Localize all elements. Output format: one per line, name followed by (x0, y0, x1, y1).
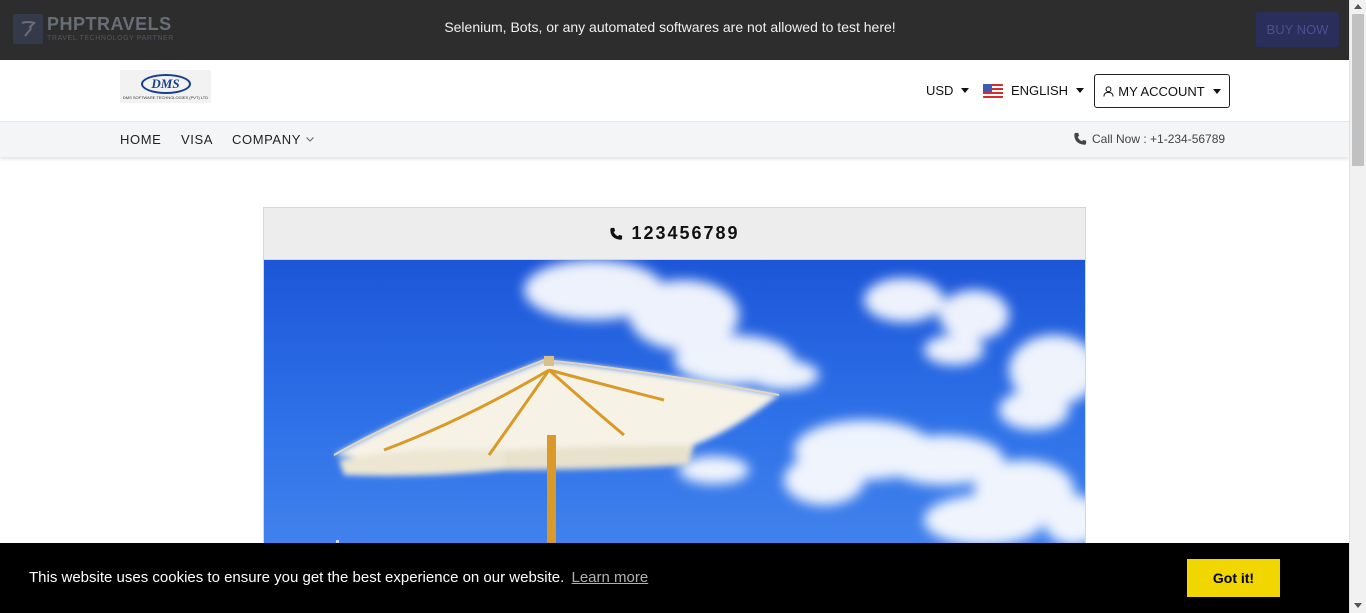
cookie-banner: This website uses cookies to ensure you … (0, 543, 1349, 613)
nav-item-company-label: COMPANY (232, 132, 301, 147)
nav-item-company[interactable]: COMPANY (232, 132, 314, 147)
scroll-down-arrow-icon[interactable] (1354, 603, 1362, 608)
scroll-thumb[interactable] (1352, 14, 1364, 166)
phone-icon (610, 227, 623, 240)
call-now-label: Call Now : +1-234-56789 (1092, 132, 1226, 146)
us-flag-icon (983, 83, 1003, 98)
card-phone-number: 123456789 (631, 223, 740, 243)
cookie-message: This website uses cookies to ensure you … (29, 569, 648, 586)
currency-label: USD (926, 83, 954, 98)
bot-warning-notice: Selenium, Bots, or any automated softwar… (444, 19, 896, 35)
site-logo[interactable]: DMS DMS SOFTWARE TECHNOLOGIES (PVT) LTD (120, 70, 211, 103)
learn-more-link[interactable]: Learn more (571, 569, 648, 586)
phone-icon (1074, 132, 1087, 145)
logo-mark: DMS (140, 73, 191, 94)
brand-tagline: TRAVEL TECHNOLOGY PARTNER (47, 35, 174, 42)
top-banner: PHPTRAVELS TRAVEL TECHNOLOGY PARTNER Sel… (0, 0, 1349, 60)
my-account-label: MY ACCOUNT (1118, 83, 1205, 99)
chevron-down-icon (306, 137, 314, 142)
language-dropdown[interactable]: ENGLISH (983, 83, 1085, 98)
page-scrollbar[interactable] (1349, 0, 1366, 613)
call-now[interactable]: Call Now : +1-234-56789 (1073, 132, 1225, 146)
nav-item-home[interactable]: HOME (120, 132, 161, 147)
main-nav: HOME VISA COMPANY Call Now : +1-234-5678… (0, 121, 1349, 157)
caret-down-icon (1212, 88, 1221, 94)
my-account-button[interactable]: MY ACCOUNT (1094, 74, 1230, 108)
caret-down-icon (1076, 88, 1085, 93)
got-it-button[interactable]: Got it! (1187, 559, 1280, 597)
card-header: 123456789 (264, 208, 1085, 260)
nav-item-visa[interactable]: VISA (181, 132, 213, 147)
cookie-message-text: This website uses cookies to ensure you … (29, 569, 565, 586)
caret-down-icon (961, 88, 970, 93)
currency-dropdown[interactable]: USD (926, 83, 970, 98)
language-label: ENGLISH (1011, 83, 1069, 98)
scroll-up-arrow-icon[interactable] (1354, 4, 1362, 9)
buy-now-button[interactable]: BUY NOW (1256, 12, 1339, 47)
site-header: DMS DMS SOFTWARE TECHNOLOGIES (PVT) LTD … (0, 60, 1349, 121)
page: PHPTRAVELS TRAVEL TECHNOLOGY PARTNER Sel… (0, 0, 1349, 613)
logo-subtext: DMS SOFTWARE TECHNOLOGIES (PVT) LTD (122, 94, 209, 100)
user-icon (1103, 85, 1114, 97)
